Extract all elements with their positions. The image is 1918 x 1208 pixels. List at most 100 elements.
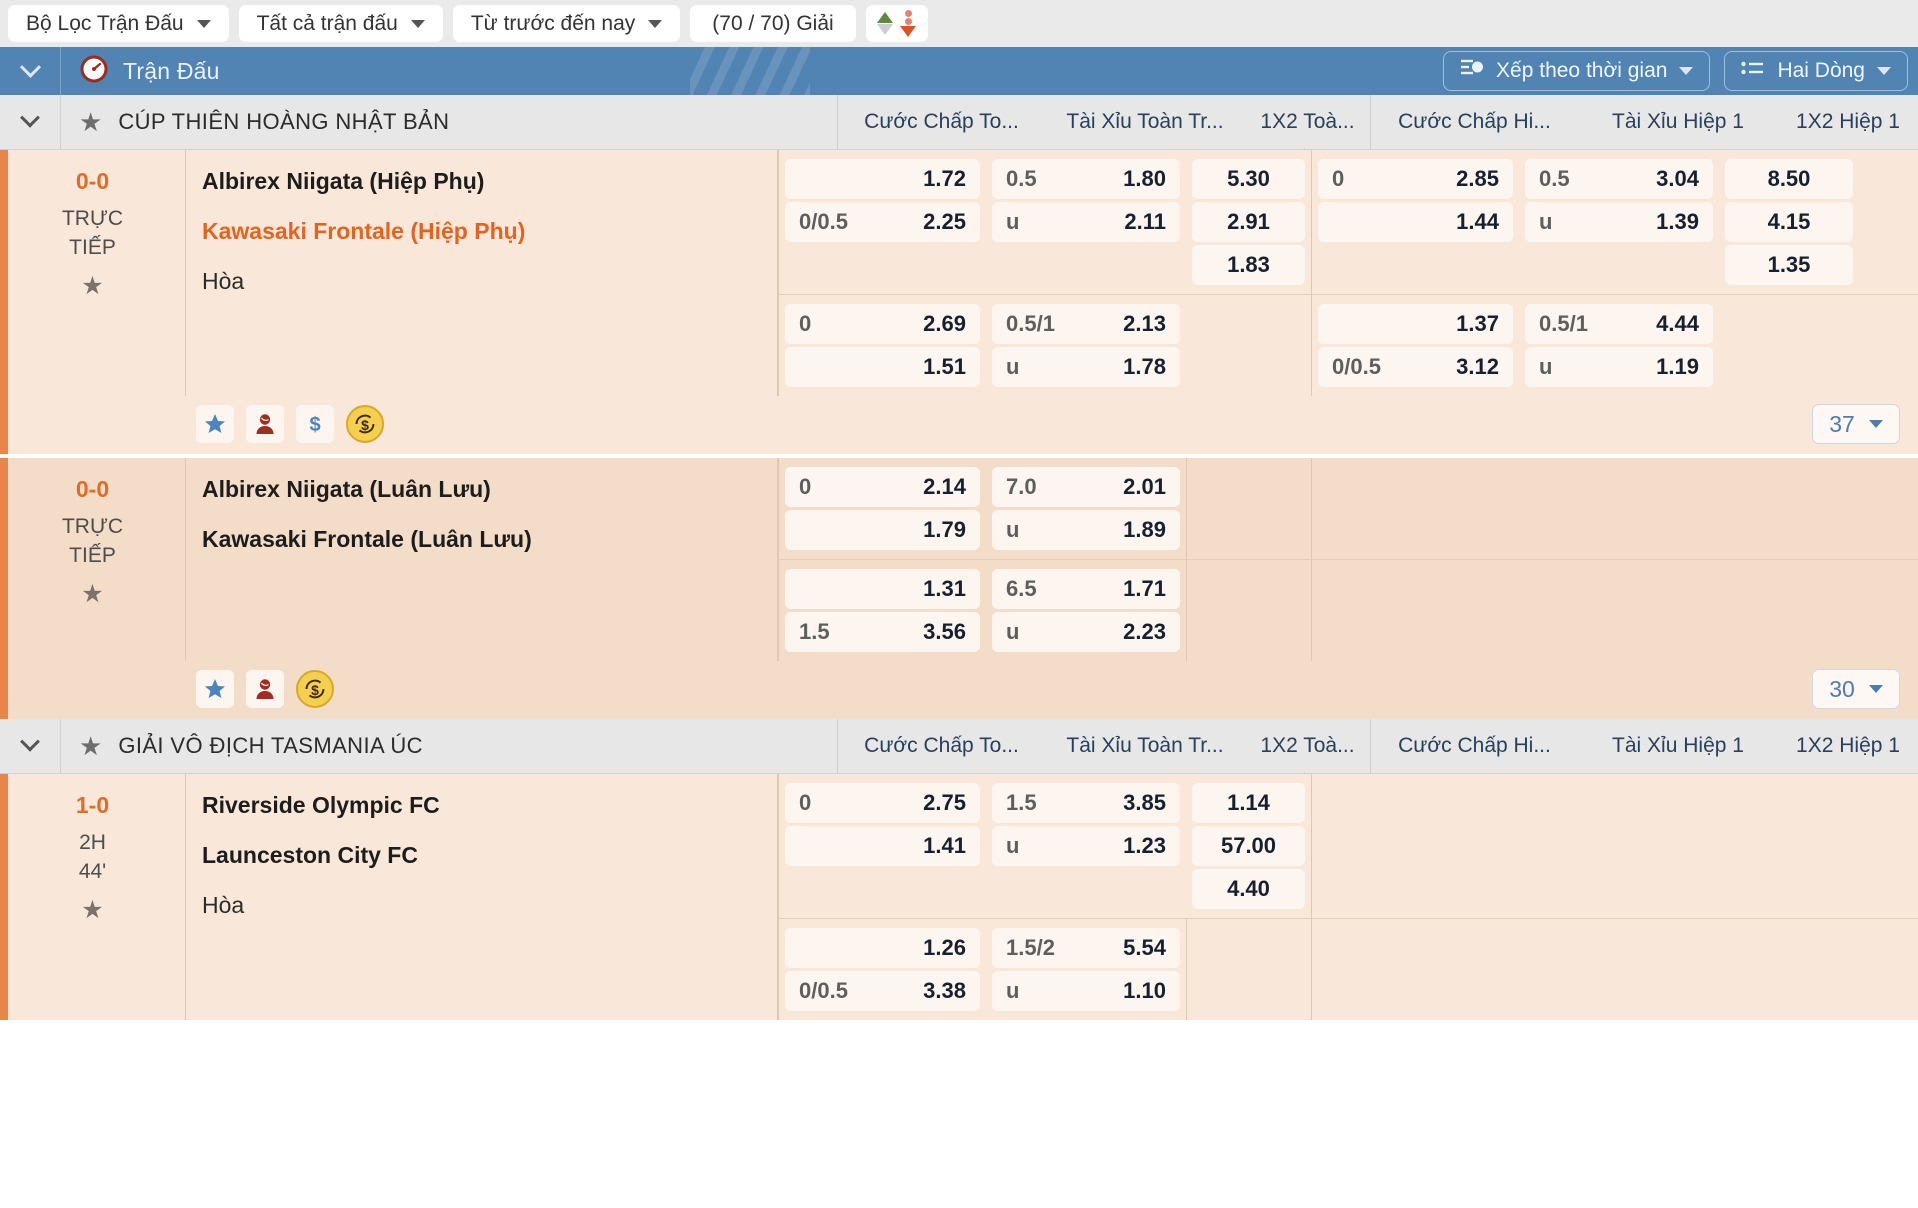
odds-cell[interactable]: u 1.10 — [992, 971, 1180, 1011]
away-team-name[interactable]: Kawasaki Frontale (Luân Lưu) — [202, 528, 777, 551]
column-header-ah-half[interactable]: Cước Chấp Hi... — [1370, 94, 1578, 150]
odds-cell[interactable]: 0 2.85 — [1318, 159, 1513, 199]
odds-cell[interactable]: u 1.78 — [992, 347, 1180, 387]
match-score: 0-0 — [75, 168, 110, 194]
odds-cell[interactable]: 0 2.69 — [785, 304, 980, 344]
away-team-name[interactable]: Kawasaki Frontale (Hiệp Phụ) — [202, 220, 777, 243]
column-header-ah-full[interactable]: Cước Chấp To... — [837, 94, 1045, 150]
star-icon[interactable]: ★ — [81, 579, 103, 609]
column-header-x2-half[interactable]: 1X2 Hiệp 1 — [1778, 110, 1918, 134]
star-icon[interactable]: ★ — [79, 733, 102, 759]
odds-cell[interactable]: 0.5 3.04 — [1525, 159, 1713, 199]
match-status-line-1: 2H — [79, 831, 106, 854]
column-header-x2-full[interactable]: 1X2 Toà... — [1245, 110, 1370, 134]
column-header-ou-full[interactable]: Tài Xỉu Toàn Tr... — [1045, 110, 1245, 134]
odds-group-secondary: 1.31 1.5 3.56 6.5 1.71 u 2.23 — [778, 559, 1918, 661]
sort-by-time-button[interactable]: Xếp theo thời gian — [1443, 51, 1711, 91]
odds-col-ah-half — [1311, 774, 1519, 918]
league-header-0[interactable]: ★ CÚP THIÊN HOÀNG NHẬT BẢN Cước Chấp To.… — [0, 94, 1918, 150]
odds-cell[interactable]: 8.50 — [1725, 159, 1853, 199]
odds-cell[interactable]: 0/0.5 3.12 — [1318, 347, 1513, 387]
odds-cell[interactable]: 1.37 — [1318, 304, 1513, 344]
home-team-name[interactable]: Albirex Niigata (Hiệp Phụ) — [202, 170, 777, 193]
sort-toggle-button[interactable] — [865, 5, 928, 42]
odds-cell[interactable]: 1.44 — [1318, 202, 1513, 242]
star-icon[interactable] — [196, 670, 234, 708]
league-count-chip[interactable]: (70 / 70) Giải — [690, 5, 856, 42]
column-header-ou-half[interactable]: Tài Xỉu Hiệp 1 — [1578, 110, 1778, 134]
dollar-icon[interactable]: $ — [296, 405, 334, 443]
odds-count-badge[interactable]: 37 — [1812, 404, 1900, 444]
league-collapse-toggle[interactable] — [0, 731, 60, 753]
odds-cell[interactable]: 2.91 — [1192, 202, 1305, 242]
match-row[interactable]: 0-0 TRỰC TIẾP ★ Albirex Niigata (Luân Lư… — [0, 458, 1918, 661]
star-icon[interactable] — [196, 405, 234, 443]
sort-by-time-label: Xếp theo thời gian — [1496, 59, 1668, 82]
match-filter-dropdown[interactable]: Bộ Lọc Trận Đấu — [8, 5, 229, 42]
time-range-dropdown[interactable]: Từ trước đến nay — [452, 5, 681, 42]
odds-cell[interactable]: 0/0.5 3.38 — [785, 971, 980, 1011]
odds-cell[interactable]: 1.41 — [785, 826, 980, 866]
home-team-name[interactable]: Riverside Olympic FC — [202, 794, 777, 817]
odds-cell[interactable]: 0 2.14 — [785, 467, 980, 507]
home-team-name[interactable]: Albirex Niigata (Luân Lưu) — [202, 478, 777, 501]
match-row[interactable]: 0-0 TRỰC TIẾP ★ Albirex Niigata (Hiệp Ph… — [0, 150, 1918, 396]
star-icon[interactable]: ★ — [79, 109, 102, 135]
league-header-1[interactable]: ★ GIẢI VÔ ĐỊCH TASMANIA ÚC Cước Chấp To.… — [0, 718, 1918, 774]
odds-cell[interactable]: 4.40 — [1192, 869, 1305, 909]
odds-cell[interactable]: 1.72 — [785, 159, 980, 199]
coin-refresh-icon[interactable]: $ — [346, 405, 384, 443]
odds-cell[interactable]: 1.31 — [785, 569, 980, 609]
match-status: 1-0 2H 44' ★ — [0, 774, 186, 1020]
odds-cell[interactable]: 1.83 — [1192, 245, 1305, 285]
odds-col-ou-half: 0.5 3.04 u 1.39 — [1519, 150, 1719, 294]
league-count-label: (70 / 70) Giải — [712, 11, 834, 35]
odds-cell[interactable]: u 1.23 — [992, 826, 1180, 866]
odds-cell[interactable]: 1.26 — [785, 928, 980, 968]
odds-cell[interactable]: 1.14 — [1192, 783, 1305, 823]
odds-cell[interactable]: 1.35 — [1725, 245, 1853, 285]
odds-cell[interactable]: u 2.23 — [992, 612, 1180, 652]
odds-cell[interactable]: 5.30 — [1192, 159, 1305, 199]
star-icon[interactable]: ★ — [81, 895, 103, 925]
woman-icon[interactable] — [246, 670, 284, 708]
odds-cell[interactable]: 1.51 — [785, 347, 980, 387]
odds-count-badge[interactable]: 30 — [1812, 669, 1900, 709]
section-collapse-toggle[interactable] — [0, 56, 60, 79]
odds-cell[interactable]: 1.5 3.56 — [785, 612, 980, 652]
column-header-x2-half[interactable]: 1X2 Hiệp 1 — [1778, 734, 1918, 758]
column-header-ah-half[interactable]: Cước Chấp Hi... — [1370, 718, 1578, 774]
odds-cell[interactable]: 1.5/2 5.54 — [992, 928, 1180, 968]
column-header-ah-full[interactable]: Cước Chấp To... — [837, 718, 1045, 774]
odds-cell[interactable]: u 1.19 — [1525, 347, 1713, 387]
row-density-button[interactable]: Hai Dòng — [1724, 51, 1908, 91]
column-header-ou-full[interactable]: Tài Xỉu Toàn Tr... — [1045, 734, 1245, 758]
match-odds: 1.72 0/0.5 2.25 0.5 1.80 u 2.11 5.30 2.91 1… — [778, 150, 1918, 396]
star-icon[interactable]: ★ — [81, 271, 103, 301]
odds-cell[interactable]: 7.0 2.01 — [992, 467, 1180, 507]
odds-cell[interactable]: 6.5 1.71 — [992, 569, 1180, 609]
column-header-x2-full[interactable]: 1X2 Toà... — [1245, 734, 1370, 758]
match-footer: $ 30 — [0, 661, 1918, 719]
column-header-ou-half[interactable]: Tài Xỉu Hiệp 1 — [1578, 734, 1778, 758]
odds-cell[interactable]: 0 2.75 — [785, 783, 980, 823]
odds-cell[interactable]: u 2.11 — [992, 202, 1180, 242]
odds-cell[interactable]: 0/0.5 2.25 — [785, 202, 980, 242]
coin-refresh-icon[interactable]: $ — [296, 670, 334, 708]
odds-cell[interactable]: 1.5 3.85 — [992, 783, 1180, 823]
odds-cell[interactable]: 0.5 1.80 — [992, 159, 1180, 199]
odds-col-ou-full: 1.5 3.85 u 1.23 — [986, 774, 1186, 918]
odds-cell[interactable]: u 1.39 — [1525, 202, 1713, 242]
odds-cell[interactable]: 1.79 — [785, 510, 980, 550]
league-collapse-toggle[interactable] — [0, 107, 60, 129]
odds-cell[interactable]: u 1.89 — [992, 510, 1180, 550]
odds-cell[interactable]: 57.00 — [1192, 826, 1305, 866]
odds-cell[interactable]: 0.5/1 4.44 — [1525, 304, 1713, 344]
odds-cell[interactable]: 4.15 — [1725, 202, 1853, 242]
odds-cell[interactable]: 0.5/1 2.13 — [992, 304, 1180, 344]
divider — [60, 718, 61, 774]
match-row[interactable]: 1-0 2H 44' ★ Riverside Olympic FC Launce… — [0, 774, 1918, 1020]
all-matches-dropdown[interactable]: Tất cả trận đấu — [238, 5, 443, 42]
away-team-name[interactable]: Launceston City FC — [202, 844, 777, 867]
woman-icon[interactable] — [246, 405, 284, 443]
